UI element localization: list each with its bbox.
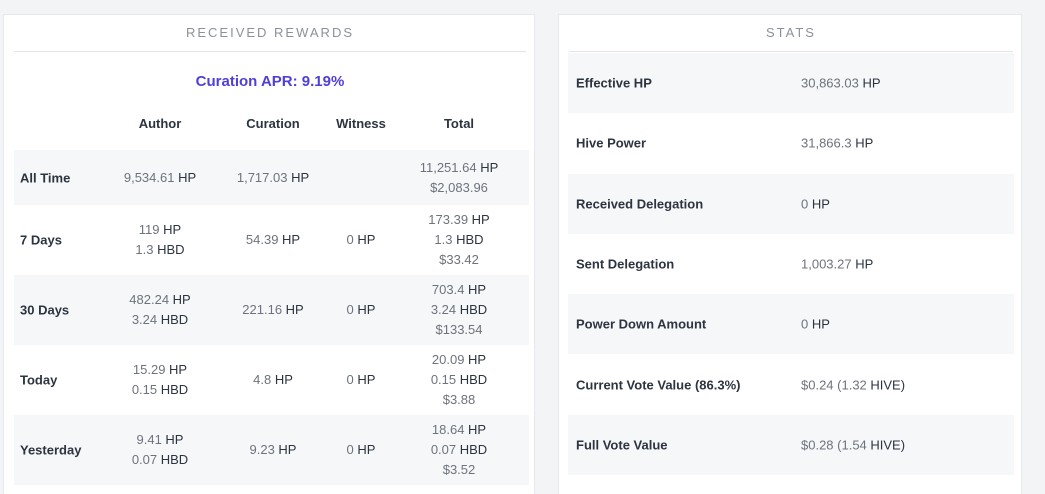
received-rewards-title: RECEIVED REWARDS xyxy=(14,25,526,52)
rewards-value-line: 3.24 HBD xyxy=(131,312,189,327)
stats-value: 0 HP xyxy=(801,196,830,212)
rewards-value-line: $3.52 xyxy=(442,462,476,477)
rewards-cell-author: 15.29 HP 0.15 HBD xyxy=(110,360,210,400)
stats-value: $0.28 (1.54 HIVE) xyxy=(801,437,906,453)
rewards-cell-total: 173.39 HP 1.3 HBD $33.42 xyxy=(409,210,509,270)
rewards-value-line: $2,083.96 xyxy=(430,179,488,195)
rewards-row: All Time 9,534.61 HP 1,717.03 HP 11,251.64 … xyxy=(14,150,529,205)
rewards-cell-total: 703.4 HP 3.24 HBD $133.54 xyxy=(409,280,509,340)
rewards-cell-curation: 221.16 HP xyxy=(223,300,323,320)
stats-label: Received Delegation xyxy=(576,196,704,212)
stats-value: 1,003.27 HP xyxy=(801,256,874,272)
rewards-cell-author: 9,534.61 HP xyxy=(110,168,210,188)
stats-row: Sent Delegation 1,003.27 HP xyxy=(568,234,1014,294)
rewards-row: Yesterday 9.41 HP 0.07 HBD 9.23 HP 0 HP 18.64… xyxy=(14,415,529,485)
rewards-value-line: 11,251.64 HP xyxy=(419,159,499,175)
stats-row: Power Down Amount 0 HP xyxy=(568,294,1014,355)
rewards-cell-total: 18.64 HP 0.07 HBD $3.52 xyxy=(409,420,509,480)
rewards-cell-witness: 0 HP xyxy=(311,300,411,320)
rewards-cell-curation: 9.23 HP xyxy=(223,440,323,460)
rewards-value-line: 54.39 HP xyxy=(245,232,301,247)
stats-value: 0 HP xyxy=(801,316,830,332)
rewards-value-line: 9.41 HP xyxy=(136,432,184,447)
rewards-cell-witness: 0 HP xyxy=(311,370,411,390)
stats-title: STATS xyxy=(569,25,1013,52)
rewards-row-label: 30 Days xyxy=(20,302,70,318)
rewards-value-line: 119 HP xyxy=(138,222,182,237)
rewards-value-line: 0 HP xyxy=(346,372,376,387)
stats-row: Hive Power 31,866.3 HP xyxy=(568,113,1014,173)
stats-label: Effective HP xyxy=(576,75,652,91)
rewards-cell-witness: 0 HP xyxy=(311,440,411,460)
stats-value: 30,863.03 HP xyxy=(801,75,881,91)
rewards-value-line: 0.15 HBD xyxy=(131,382,189,397)
rewards-value-line: $33.42 xyxy=(439,252,479,267)
stats-label: Hive Power xyxy=(576,135,647,151)
stats-row: Effective HP 30,863.03 HP xyxy=(568,53,1014,113)
rewards-value-line: 482.24 HP xyxy=(129,292,191,307)
stats-value: 31,866.3 HP xyxy=(801,135,874,151)
rewards-value-line: 1,717.03 HP xyxy=(236,169,310,185)
rewards-value-line: 15.29 HP xyxy=(132,362,188,377)
column-header-witness: Witness xyxy=(336,116,386,131)
rewards-value-line: 0 HP xyxy=(346,442,376,457)
rewards-cell-author: 119 HP 1.3 HBD xyxy=(110,220,210,260)
curation-apr: Curation APR: 9.19% xyxy=(195,73,345,90)
column-header-curation: Curation xyxy=(246,116,300,131)
rewards-value-line: 3.24 HBD xyxy=(430,302,488,317)
rewards-cell-author: 9.41 HP 0.07 HBD xyxy=(110,430,210,470)
rewards-value-line: 18.64 HP xyxy=(431,422,487,437)
stats-row: Received Delegation 0 HP xyxy=(568,173,1014,234)
stats-row: Current Vote Value (86.3%) $0.24 (1.32 HI… xyxy=(568,355,1014,415)
rewards-value-line: 20.09 HP xyxy=(431,352,487,367)
rewards-cell-total: 11,251.64 HP $2,083.96 xyxy=(409,158,509,198)
rewards-value-line: 0 HP xyxy=(346,232,376,247)
stats-label: Power Down Amount xyxy=(576,316,707,332)
rewards-value-line: 9,534.61 HP xyxy=(123,169,197,185)
rewards-row: 7 Days 119 HP 1.3 HBD 54.39 HP 0 HP 173.39 HP… xyxy=(14,205,529,275)
stats-label: Sent Delegation xyxy=(576,256,675,272)
rewards-value-line: $133.54 xyxy=(435,322,483,337)
rewards-value-line: 0.07 HBD xyxy=(131,452,189,467)
rewards-value-line: 703.4 HP xyxy=(431,282,487,297)
rewards-value-line: 9.23 HP xyxy=(249,442,297,457)
rewards-value-line: 1.3 HBD xyxy=(135,242,185,257)
stats-value: $0.24 (1.32 HIVE) xyxy=(801,377,906,392)
rewards-cell-witness: 0 HP xyxy=(311,230,411,250)
rewards-cell-curation: 1,717.03 HP xyxy=(223,168,323,188)
rewards-value-line: 0.15 HBD xyxy=(430,372,488,387)
rewards-value-line: 1.3 HBD xyxy=(434,232,484,247)
stats-label: Current Vote Value (86.3%) xyxy=(576,377,741,392)
rewards-cell-author: 482.24 HP 3.24 HBD xyxy=(110,290,210,330)
rewards-value-line: 0.07 HBD xyxy=(430,442,488,457)
rewards-row: 30 Days 482.24 HP 3.24 HBD 221.16 HP 0 HP 703… xyxy=(14,275,529,345)
rewards-cell-total: 20.09 HP 0.15 HBD $3.88 xyxy=(409,350,509,410)
rewards-value-line: 221.16 HP xyxy=(242,302,304,317)
column-header-author: Author xyxy=(138,116,182,131)
rewards-cell-curation: 54.39 HP xyxy=(223,230,323,250)
rewards-row-label: Today xyxy=(20,372,58,388)
received-rewards-card: RECEIVED REWARDS Curation APR: 9.19% Aut… xyxy=(3,14,535,494)
rewards-cell-curation: 4.8 HP xyxy=(223,370,323,390)
stats-card: STATS Effective HP 30,863.03 HP Hive Power… xyxy=(558,14,1022,494)
rewards-row-label: Yesterday xyxy=(20,442,82,458)
stats-label: Full Vote Value xyxy=(576,437,668,453)
rewards-value-line: $3.88 xyxy=(442,392,476,407)
stats-row: Full Vote Value $0.28 (1.54 HIVE) xyxy=(568,414,1014,475)
column-header-total: Total xyxy=(443,116,475,131)
rewards-row: Today 15.29 HP 0.15 HBD 4.8 HP 0 HP 20.09 HP 0… xyxy=(14,345,529,415)
rewards-value-line: 0 HP xyxy=(346,302,376,317)
rewards-row-label: All Time xyxy=(20,170,71,185)
rewards-value-line: 4.8 HP xyxy=(253,372,293,387)
rewards-value-line: 173.39 HP xyxy=(428,212,490,227)
rewards-row-label: 7 Days xyxy=(20,232,62,248)
